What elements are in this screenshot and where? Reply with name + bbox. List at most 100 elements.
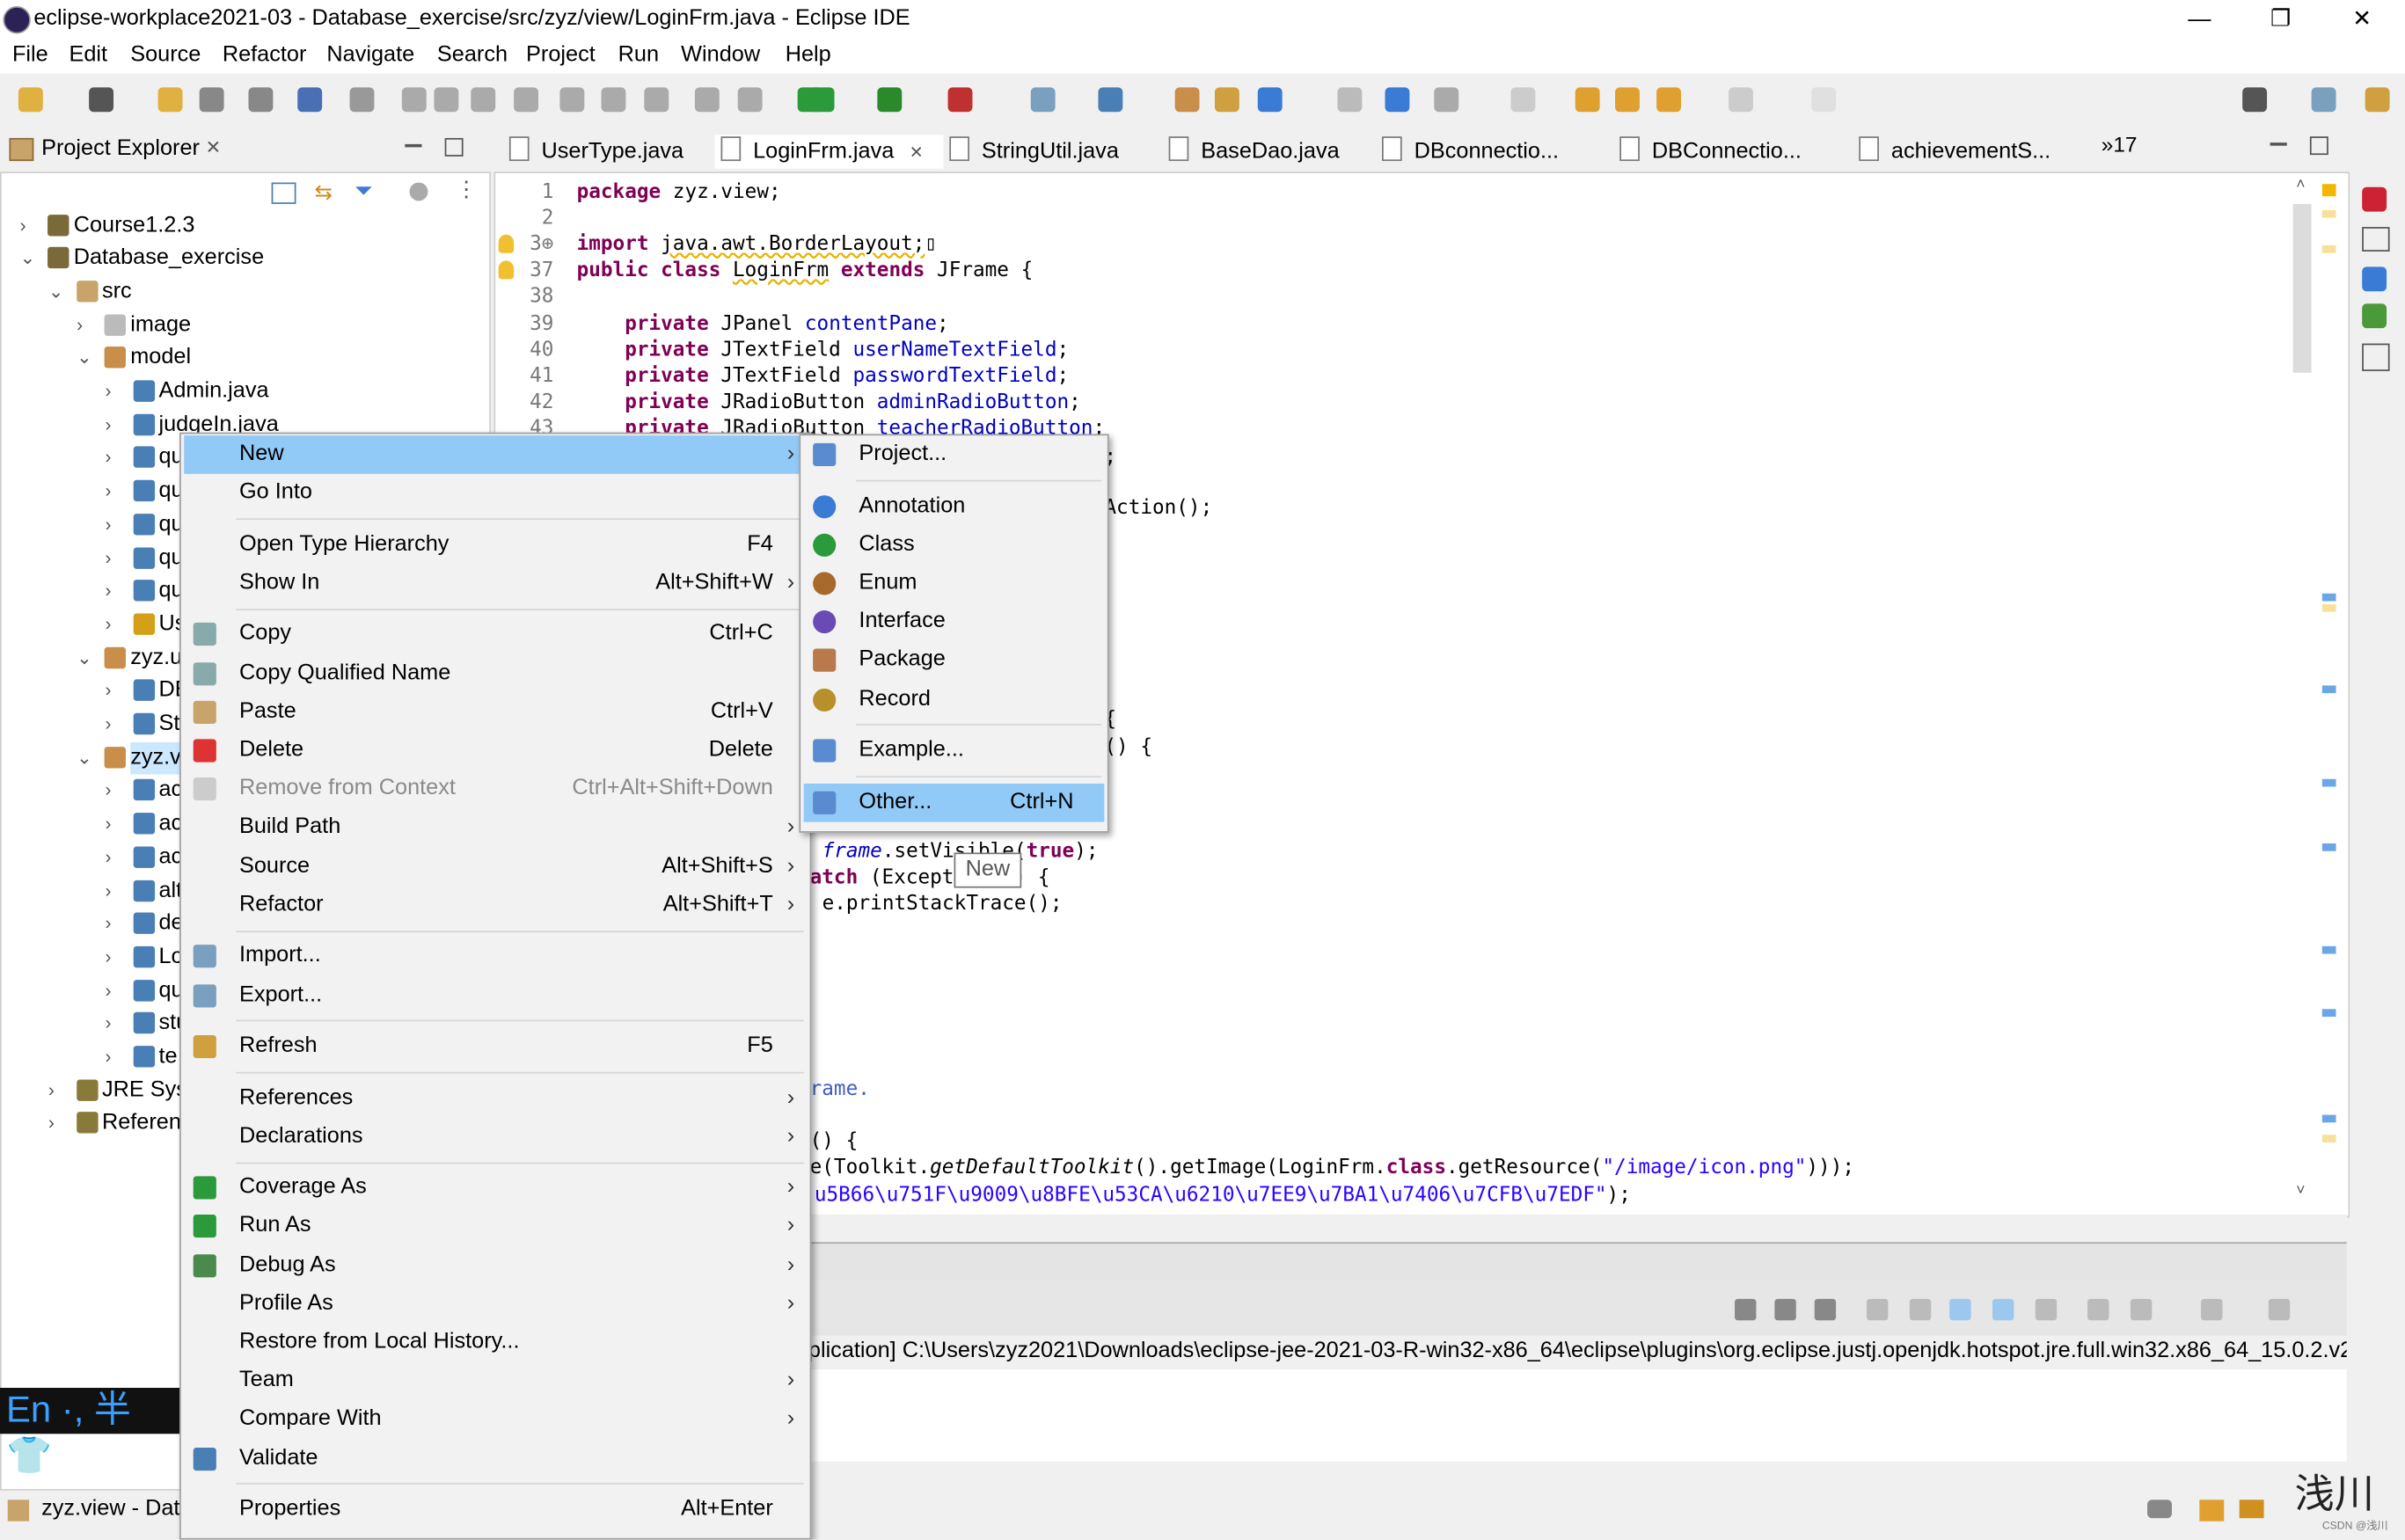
menu-item-restore-from-local-history[interactable]: Restore from Local History... [184, 1324, 807, 1362]
chevron-down-icon[interactable]: ⌄ [77, 342, 92, 375]
editor-vertical-scrollbar-thumb[interactable] [2292, 203, 2312, 373]
maximize-view-icon[interactable] [444, 137, 464, 157]
new-file-icon[interactable] [157, 87, 183, 113]
menu-source[interactable]: Source [130, 43, 201, 68]
step-into-icon[interactable] [559, 87, 585, 113]
close-tab-icon[interactable]: ✕ [910, 144, 924, 163]
menu-item-copy-qualified-name[interactable]: Copy Qualified Name [184, 654, 807, 693]
overview-warning-marker[interactable] [2321, 184, 2336, 197]
tab-dbconnectio[interactable]: DBconnectio... [1376, 135, 1613, 168]
drop-frame-icon[interactable] [694, 87, 720, 113]
restore-button[interactable]: ❐ [2250, 3, 2312, 36]
code-line[interactable]: import java.awt.BorderLayout;▯ [577, 231, 937, 258]
tree-item[interactable]: › Referen [48, 1108, 181, 1141]
run-icon[interactable] [809, 87, 835, 113]
menu-run[interactable]: Run [618, 43, 659, 68]
chevron-down-icon[interactable]: ⌄ [20, 243, 36, 275]
problems-view-icon[interactable] [2362, 266, 2387, 292]
chevron-right-icon[interactable]: › [105, 875, 111, 908]
external-tools-icon[interactable] [947, 87, 973, 113]
chevron-right-icon[interactable]: › [105, 542, 111, 574]
chevron-right-icon[interactable]: › [105, 442, 111, 475]
new-package-icon[interactable] [1174, 87, 1200, 113]
status-icon[interactable] [2147, 1500, 2172, 1519]
overview-warning-marker[interactable] [2321, 245, 2336, 253]
menu-edit[interactable]: Edit [69, 43, 107, 68]
menu-item-paste[interactable]: Paste Ctrl+V [184, 693, 807, 732]
terminate-icon[interactable] [471, 87, 496, 113]
scroll-down-icon[interactable]: ˅ [2296, 1182, 2305, 1199]
outline-view-icon[interactable] [2362, 186, 2387, 212]
scroll-up-icon[interactable]: ˄ [2296, 177, 2305, 193]
chevron-right-icon[interactable]: › [48, 1075, 55, 1107]
menu-project[interactable]: Project [526, 43, 596, 68]
chevron-right-icon[interactable]: › [105, 575, 111, 608]
code-line-fragment[interactable]: () { [810, 1128, 859, 1154]
chevron-right-icon[interactable]: › [105, 909, 111, 941]
word-wrap-icon[interactable] [1909, 1298, 1932, 1321]
chevron-right-icon[interactable]: › [48, 1108, 55, 1141]
overview-occurrence-marker[interactable] [2321, 685, 2336, 694]
tab-usertypejava[interactable]: UserType.java [503, 135, 715, 168]
code-line-fragment[interactable]: e.printStackTrace(); [822, 890, 1063, 916]
overview-occurrence-marker[interactable] [2321, 945, 2336, 954]
overview-occurrence-marker[interactable] [2321, 1114, 2336, 1123]
code-line[interactable]: public class LoginFrm extends JFrame { [577, 258, 1034, 284]
menu-item-example[interactable]: Example... [804, 732, 1105, 770]
new-server-icon[interactable] [1030, 87, 1056, 113]
chevron-right-icon[interactable]: › [105, 1041, 111, 1074]
tree-item[interactable]: ⌄ src [48, 276, 132, 309]
new-class-icon[interactable] [1214, 87, 1239, 113]
terminate-icon[interactable] [1735, 1298, 1757, 1321]
minimize-icon[interactable] [2201, 1298, 2223, 1321]
resume-icon[interactable] [401, 87, 427, 113]
chevron-down-icon[interactable]: ⌄ [77, 642, 92, 675]
console-output[interactable] [808, 1369, 2347, 1462]
tree-item[interactable]: ⌄ zyz.u [77, 642, 182, 675]
chevron-right-icon[interactable]: › [105, 376, 111, 408]
minimize-button[interactable]: — [2168, 3, 2230, 36]
java-ee-perspective-icon[interactable] [2365, 87, 2390, 113]
annotation-next-icon[interactable] [1510, 87, 1536, 113]
chevron-right-icon[interactable]: › [20, 209, 26, 242]
menu-item-references[interactable]: References › [184, 1079, 807, 1118]
menu-item-properties[interactable]: Properties Alt+Enter [184, 1491, 807, 1529]
code-line-fragment[interactable]: e(Toolkit.getDefaultToolkit().getImage(L… [810, 1154, 1854, 1180]
javadoc-view-icon[interactable] [2362, 343, 2390, 371]
overview-warning-marker[interactable] [2321, 209, 2336, 218]
chevron-right-icon[interactable]: › [105, 974, 111, 1007]
menu-item-annotation[interactable]: Annotation [804, 487, 1105, 526]
remove-launch-icon[interactable] [1774, 1298, 1796, 1321]
collapse-all-icon[interactable] [271, 182, 296, 204]
menu-item-project[interactable]: Project... [804, 435, 1105, 474]
chevron-right-icon[interactable]: › [105, 675, 111, 708]
maximize-icon[interactable] [2268, 1298, 2291, 1321]
tree-item[interactable]: ⌄ Database_exercise [20, 243, 264, 275]
menu-item-run-as[interactable]: Run As › [184, 1208, 807, 1246]
menu-item-build-path[interactable]: Build Path › [184, 809, 807, 848]
back-icon[interactable] [1656, 87, 1682, 113]
overview-warning-marker[interactable] [2321, 1135, 2336, 1142]
scroll-lock-icon[interactable] [1866, 1298, 1889, 1321]
code-line[interactable]: private JTextField userNameTextField; [577, 337, 1069, 363]
use-step-filters-icon[interactable] [737, 87, 763, 113]
tree-item[interactable]: › Course1.2.3 [20, 209, 195, 242]
editor-minimize-icon[interactable] [2270, 142, 2287, 146]
tab-basedaojava[interactable]: BaseDao.java [1163, 135, 1376, 168]
menu-item-interface[interactable]: Interface [804, 602, 1105, 641]
chevron-right-icon[interactable]: › [105, 409, 111, 442]
last-edit-icon[interactable] [1615, 87, 1640, 113]
menu-item-new[interactable]: New › [184, 435, 808, 474]
menu-window[interactable]: Window [681, 43, 760, 68]
menu-item-coverage-as[interactable]: Coverage As › [184, 1169, 807, 1208]
code-line-fragment[interactable]: rame. [810, 1076, 870, 1102]
overview-warning-marker[interactable] [2321, 603, 2336, 612]
menu-item-refactor[interactable]: Refactor Alt+Shift+T › [184, 886, 807, 924]
show-stdout-icon[interactable] [1949, 1298, 1971, 1321]
menu-item-record[interactable]: Record [804, 680, 1105, 719]
overview-occurrence-marker[interactable] [2321, 593, 2336, 602]
map-view-icon[interactable] [2362, 303, 2387, 329]
overview-occurrence-marker[interactable] [2321, 843, 2336, 851]
menu-file[interactable]: File [12, 43, 48, 68]
close-button[interactable]: ✕ [2331, 3, 2393, 36]
